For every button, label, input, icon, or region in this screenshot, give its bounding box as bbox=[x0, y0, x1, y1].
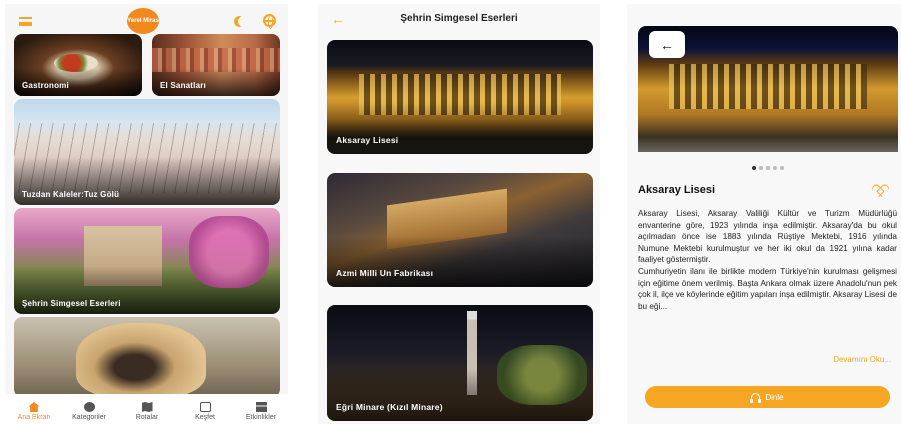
pager-dot[interactable] bbox=[780, 166, 784, 170]
nav-item-kesfet[interactable]: Keşfet bbox=[175, 402, 235, 421]
read-more-link[interactable]: Devamını Oku... bbox=[833, 355, 891, 364]
image-pager[interactable] bbox=[627, 157, 901, 175]
calendar-icon bbox=[199, 402, 211, 412]
tile-label: Gastronomi bbox=[22, 81, 69, 90]
nav-label: Ana Ekran bbox=[17, 414, 51, 421]
nav-item-etkinlikler[interactable]: Etkinlikler bbox=[231, 402, 288, 421]
home-icon bbox=[28, 402, 40, 412]
nav-item-ana-ekran[interactable]: Ana Ekran bbox=[5, 402, 64, 421]
back-button[interactable]: ← bbox=[649, 31, 685, 58]
listen-button[interactable]: Dinle bbox=[645, 386, 890, 408]
list-item-aksaray-lisesi[interactable]: Aksaray Lisesi bbox=[327, 40, 593, 154]
tile-label: Şehrin Simgesel Eserleri bbox=[22, 299, 121, 308]
pager-dot[interactable] bbox=[773, 166, 777, 170]
home-top-bar: Yerel Miras bbox=[5, 4, 288, 36]
list-item-label: Azmi Milli Un Fabrikası bbox=[336, 268, 434, 278]
category-tile-tuz-golu[interactable]: Tuzdan Kaleler:Tuz Gölü bbox=[14, 99, 280, 205]
pager-dot[interactable] bbox=[752, 166, 756, 170]
detail-description: Aksaray Lisesi, Aksaray Valiliği Kültür … bbox=[638, 209, 897, 311]
dark-mode-icon[interactable] bbox=[234, 16, 245, 27]
list-item-label: Eğri Minare (Kızıl Minare) bbox=[336, 402, 443, 412]
list-item-un-fabrikasi[interactable]: Azmi Milli Un Fabrikası bbox=[327, 173, 593, 287]
list-item-egri-minare[interactable]: Eğri Minare (Kızıl Minare) bbox=[327, 305, 593, 421]
home-screen: Yerel Miras Gastronomi El Sanatları Tuzd… bbox=[5, 4, 288, 424]
category-tile-dog[interactable] bbox=[14, 317, 280, 397]
bottom-navigation: Ana Ekran Kategoriler Rotalar Keşfet Etk… bbox=[5, 394, 288, 424]
nav-label: Keşfet bbox=[195, 414, 215, 421]
category-tile-simgesel-eserler[interactable]: Şehrin Simgesel Eserleri bbox=[14, 208, 280, 314]
nav-label: Etkinlikler bbox=[246, 414, 276, 421]
list-item-label: Aksaray Lisesi bbox=[336, 135, 399, 145]
listen-label: Dinle bbox=[765, 392, 784, 402]
map-icon bbox=[141, 402, 153, 412]
nav-label: Rotalar bbox=[135, 414, 159, 421]
page-title: Şehrin Simgesel Eserleri bbox=[400, 13, 518, 24]
back-arrow-icon: ← bbox=[660, 36, 674, 53]
list-screen: ← Şehrin Simgesel Eserleri Aksaray Lises… bbox=[318, 4, 600, 424]
tile-label: Tuzdan Kaleler:Tuz Gölü bbox=[22, 190, 120, 199]
detail-screen: ← Aksaray Lisesi Aksaray Lisesi, Aksaray… bbox=[627, 4, 901, 424]
detail-title: Aksaray Lisesi bbox=[638, 184, 716, 196]
headphone-icon bbox=[750, 393, 762, 403]
bank-icon bbox=[255, 402, 267, 412]
compass-icon bbox=[83, 402, 95, 412]
tile-label: El Sanatları bbox=[160, 81, 206, 90]
favorite-heart-icon[interactable] bbox=[874, 185, 886, 195]
menu-icon[interactable] bbox=[19, 17, 32, 26]
nav-label: Kategoriler bbox=[72, 414, 106, 421]
category-tile-el-sanatlari[interactable]: El Sanatları bbox=[152, 34, 280, 96]
nav-item-rotalar[interactable]: Rotalar bbox=[117, 402, 177, 421]
language-globe-icon[interactable] bbox=[263, 14, 276, 29]
pager-dot[interactable] bbox=[759, 166, 763, 170]
nav-item-kategoriler[interactable]: Kategoriler bbox=[59, 402, 119, 421]
category-tile-gastronomi[interactable]: Gastronomi bbox=[14, 34, 142, 96]
app-logo: Yerel Miras bbox=[127, 8, 159, 34]
pager-dot[interactable] bbox=[766, 166, 770, 170]
